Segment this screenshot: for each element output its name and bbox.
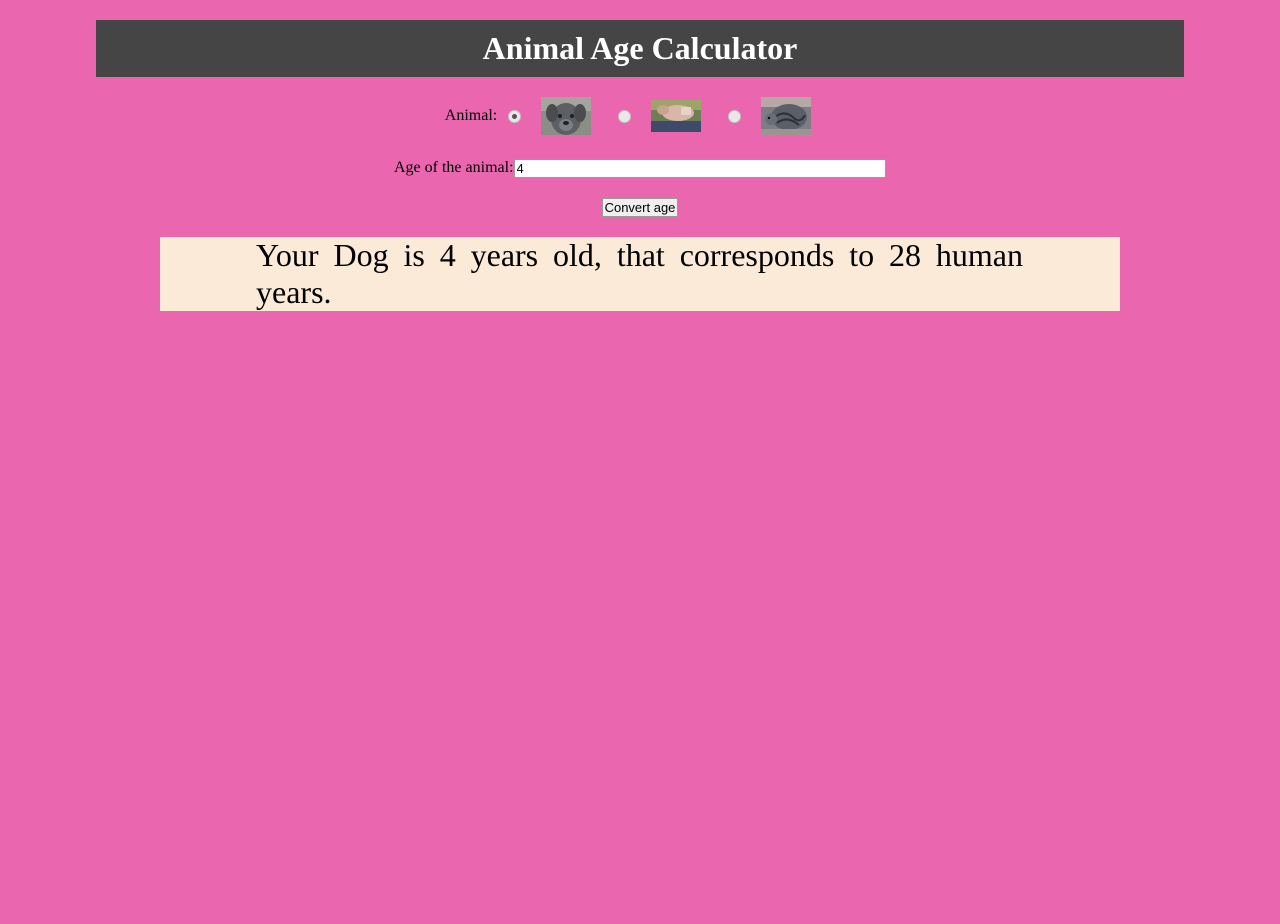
- radio-pig[interactable]: [618, 109, 632, 123]
- convert-age-button[interactable]: Convert age: [602, 198, 678, 217]
- radio-dog[interactable]: [508, 109, 522, 123]
- result-text: Your Dog is 4 years old, that correspond…: [256, 237, 1023, 310]
- radio-cat[interactable]: [728, 109, 742, 123]
- page-title: Animal Age Calculator: [96, 20, 1184, 77]
- age-input[interactable]: [513, 158, 886, 178]
- animal-selector: Animal:: [0, 96, 1280, 136]
- result-panel: Your Dog is 4 years old, that correspond…: [160, 237, 1120, 311]
- age-label: Age of the animal:: [394, 159, 514, 176]
- age-row: Age of the animal:: [394, 158, 886, 178]
- cat-photo-icon[interactable]: [761, 97, 812, 135]
- pig-photo-icon[interactable]: [651, 97, 702, 135]
- dog-photo-icon[interactable]: [541, 97, 592, 135]
- animal-label: Animal:: [444, 107, 498, 124]
